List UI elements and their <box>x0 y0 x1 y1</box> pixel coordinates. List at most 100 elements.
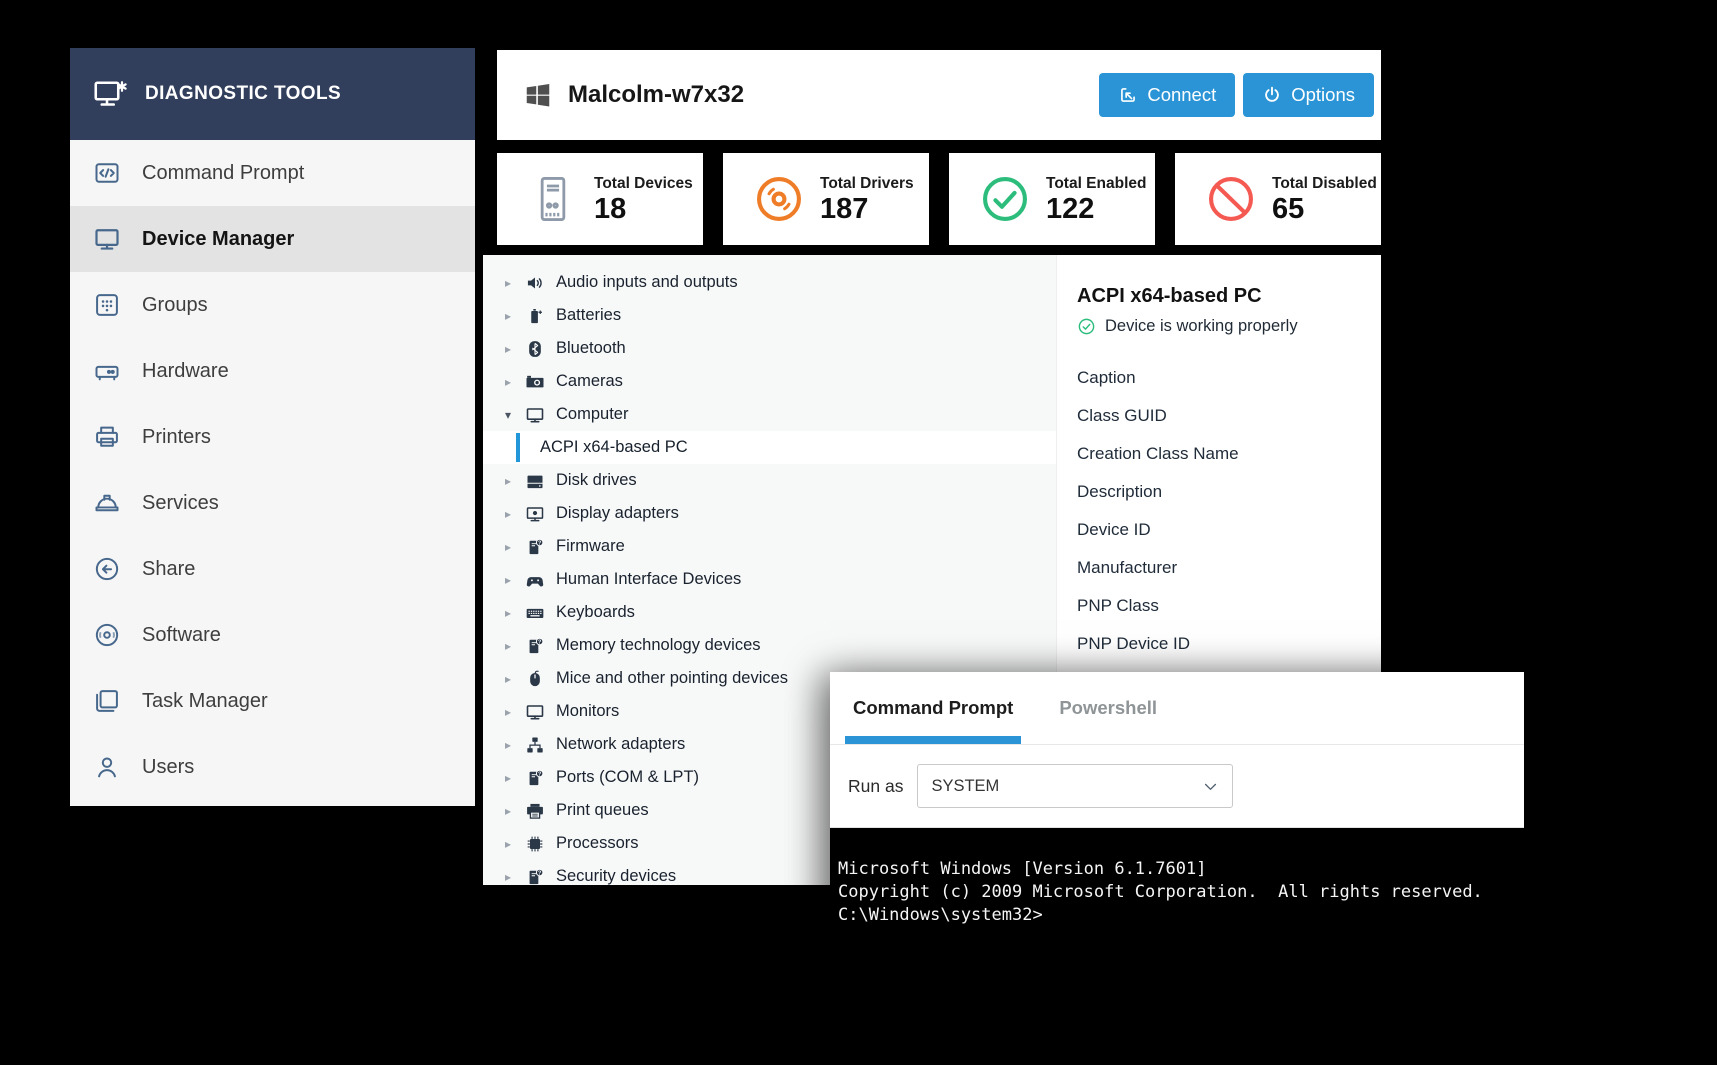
caret-icon[interactable]: ▸ <box>505 277 518 289</box>
sidebar-item-software[interactable]: Software <box>70 602 475 668</box>
caret-icon[interactable]: ▸ <box>505 706 518 718</box>
svg-text:?: ? <box>538 540 541 546</box>
stat-label: Total Disabled <box>1272 174 1377 192</box>
device-status: Device is working properly <box>1077 317 1381 336</box>
sidebar-item-task-manager[interactable]: Task Manager <box>70 668 475 734</box>
detail-field-description: Description <box>1077 482 1163 501</box>
sidebar-item-label: Task Manager <box>142 689 268 712</box>
sidebar-item-label: Users <box>142 755 195 778</box>
sidebar-item-groups[interactable]: Groups <box>70 272 475 338</box>
sidebar-title: DIAGNOSTIC TOOLS <box>145 83 342 104</box>
sidebar-item-printers[interactable]: Printers <box>70 404 475 470</box>
terminal-output-line: C:\Windows\system32> <box>838 905 1043 925</box>
status-check-icon <box>1077 317 1096 336</box>
hardware-icon <box>93 357 121 385</box>
stat-card-total-disabled: Total Disabled 65 <box>1175 153 1381 245</box>
tree-item-cameras[interactable]: ▸ Cameras <box>483 365 1056 398</box>
diagnostic-tools-sidebar: DIAGNOSTIC TOOLS Command Prompt Device M… <box>70 48 475 806</box>
sidebar-header: DIAGNOSTIC TOOLS <box>70 48 475 140</box>
speaker-icon <box>525 273 545 293</box>
chevron-down-icon <box>1202 778 1219 795</box>
tree-item-acpi-x64-based-pc-selected[interactable]: ACPI x64-based PC <box>483 431 1056 464</box>
sidebar-item-label: Software <box>142 623 221 646</box>
command-prompt-window: Command Prompt Powershell Run as SYSTEM M… <box>830 672 1524 970</box>
caret-icon[interactable]: ▸ <box>505 475 518 487</box>
connect-button[interactable]: Connect <box>1099 73 1236 117</box>
sidebar-item-users[interactable]: Users <box>70 734 475 800</box>
tree-item-label: Processors <box>556 834 639 852</box>
terminal-output[interactable]: Microsoft Windows [Version 6.1.7601] Copy… <box>830 828 1524 970</box>
detail-field-pnp-class: PNP Class <box>1077 596 1159 615</box>
command-prompt-icon <box>93 159 121 187</box>
tree-item-bluetooth[interactable]: ▸ Bluetooth <box>483 332 1056 365</box>
tree-item-firmware[interactable]: ▸ ? Firmware <box>483 530 1056 563</box>
stat-label: Total Enabled <box>1046 174 1147 192</box>
tree-item-computer[interactable]: ▾ Computer <box>483 398 1056 431</box>
monitor-icon <box>525 702 545 722</box>
tree-item-audio-inputs-and-outputs[interactable]: ▸ Audio inputs and outputs <box>483 266 1056 299</box>
svg-text:?: ? <box>538 639 541 645</box>
caret-icon[interactable]: ▸ <box>505 541 518 553</box>
sidebar-item-label: Printers <box>142 425 211 448</box>
tree-item-label: Keyboards <box>556 603 635 621</box>
tab-command-prompt[interactable]: Command Prompt <box>844 672 1022 744</box>
caret-icon[interactable]: ▸ <box>505 343 518 355</box>
caret-icon[interactable]: ▸ <box>505 508 518 520</box>
tree-item-memory-technology-devices[interactable]: ▸ ? Memory technology devices <box>483 629 1056 662</box>
caret-icon[interactable]: ▾ <box>505 409 518 421</box>
sidebar-item-label: Command Prompt <box>142 161 305 184</box>
detail-field-manufacturer: Manufacturer <box>1077 558 1178 577</box>
tree-item-label: Disk drives <box>556 471 637 489</box>
blocked-icon <box>1205 173 1257 225</box>
sidebar-item-device-manager[interactable]: Device Manager <box>70 206 475 272</box>
caret-icon[interactable]: ▸ <box>505 739 518 751</box>
caret-icon[interactable]: ▸ <box>505 376 518 388</box>
tree-item-human-interface-devices[interactable]: ▸ Human Interface Devices <box>483 563 1056 596</box>
tab-powershell[interactable]: Powershell <box>1059 672 1157 744</box>
caret-icon[interactable]: ▸ <box>505 838 518 850</box>
tree-item-keyboards[interactable]: ▸ Keyboards <box>483 596 1056 629</box>
device-unknown-icon: ? <box>525 636 545 656</box>
printers-icon <box>93 423 121 451</box>
tree-item-display-adapters[interactable]: ▸ Display adapters <box>483 497 1056 530</box>
tree-item-disk-drives[interactable]: ▸ Disk drives <box>483 464 1056 497</box>
run-as-select[interactable]: SYSTEM <box>917 764 1234 808</box>
sidebar-item-command-prompt[interactable]: Command Prompt <box>70 140 475 206</box>
detail-field-device-id: Device ID <box>1077 520 1151 539</box>
svg-text:?: ? <box>538 870 541 876</box>
detail-field-creation-class-name: Creation Class Name <box>1077 444 1239 463</box>
options-button[interactable]: Options <box>1243 73 1374 117</box>
detail-field-pnp-device-id: PNP Device ID <box>1077 634 1191 653</box>
caret-icon[interactable]: ▸ <box>505 805 518 817</box>
keyboard-icon <box>525 603 545 623</box>
header-buttons: Connect Options <box>1099 73 1374 117</box>
sidebar-item-hardware[interactable]: Hardware <box>70 338 475 404</box>
tree-item-label: Bluetooth <box>556 339 626 357</box>
stat-card-total-drivers: Total Drivers 187 <box>723 153 929 245</box>
terminal-output-line: Microsoft Windows [Version 6.1.7601] <box>838 859 1207 879</box>
svg-text:?: ? <box>538 771 541 777</box>
check-circle-icon <box>979 173 1031 225</box>
tree-item-batteries[interactable]: ▸ Batteries <box>483 299 1056 332</box>
caret-icon[interactable]: ▸ <box>505 310 518 322</box>
tree-item-label: Network adapters <box>556 735 686 753</box>
caret-icon[interactable]: ▸ <box>505 607 518 619</box>
connect-cursor-icon <box>1118 85 1138 105</box>
stat-label: Total Drivers <box>820 174 914 192</box>
tree-item-label: Computer <box>556 405 629 423</box>
caret-icon[interactable]: ▸ <box>505 871 518 883</box>
device-header: Malcolm-w7x32 Connect Options <box>497 50 1381 140</box>
caret-icon[interactable]: ▸ <box>505 574 518 586</box>
caret-icon[interactable]: ▸ <box>505 640 518 652</box>
sidebar-item-services[interactable]: Services <box>70 470 475 536</box>
caret-icon[interactable]: ▸ <box>505 673 518 685</box>
stat-value: 18 <box>594 192 627 225</box>
display-adapter-icon <box>525 504 545 524</box>
stat-cards-row: Total Devices 18 Total Drivers 187 Total… <box>497 153 1381 245</box>
device-unknown-icon: ? <box>525 537 545 557</box>
sidebar-items: Command Prompt Device Manager Groups Har… <box>70 140 475 800</box>
caret-icon[interactable]: ▸ <box>505 772 518 784</box>
stat-label: Total Devices <box>594 174 693 192</box>
tree-child-label: ACPI x64-based PC <box>540 438 688 456</box>
sidebar-item-share[interactable]: Share <box>70 536 475 602</box>
